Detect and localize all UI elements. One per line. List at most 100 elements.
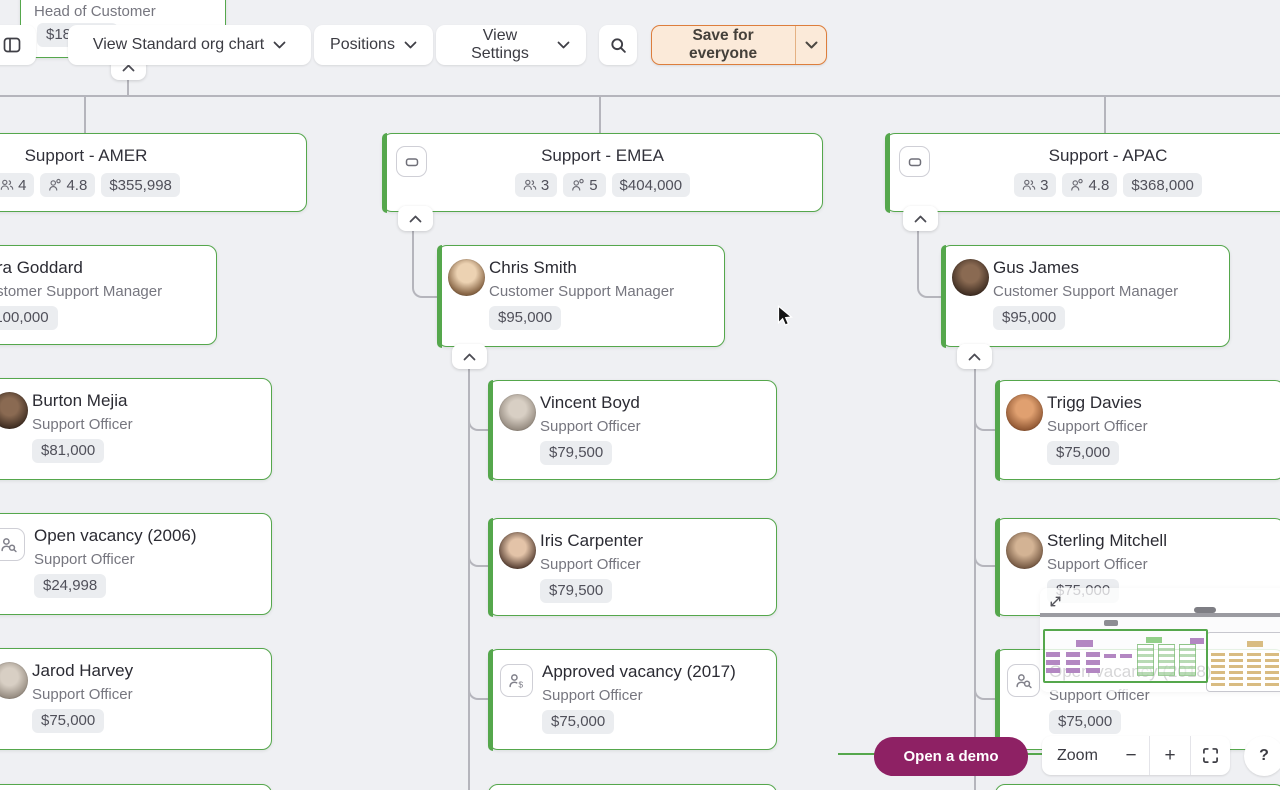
person-card-jarod-harvey[interactable]: Jarod Harvey Support Officer $75,000 [0, 648, 272, 750]
person-clock-icon [571, 178, 585, 192]
avatar [499, 532, 536, 569]
person-role: Support Officer [540, 556, 641, 573]
person-role: Support Officer [1047, 418, 1148, 435]
save-for-everyone-button[interactable]: Save for everyone [651, 25, 827, 65]
minimap[interactable] [1040, 588, 1280, 692]
budget-badge: $404,000 [612, 173, 691, 197]
salary-badge: $95,000 [993, 306, 1065, 330]
chevron-up-icon [968, 353, 981, 361]
connector-elbow [917, 228, 943, 298]
org-chart-canvas[interactable]: Head of Customer $180,000 View Standard … [0, 0, 1280, 790]
fullscreen-button[interactable] [1191, 736, 1230, 775]
person-search-icon [1007, 664, 1040, 697]
person-clock-icon [48, 178, 62, 192]
vacancy-card-2006[interactable]: Open vacancy (2006) Support Officer $24,… [0, 513, 272, 615]
person-card-vera-goddard[interactable]: Vera Goddard Customer Support Manager $1… [0, 245, 217, 345]
person-name: Trigg Davies [1047, 393, 1142, 413]
selection-stripe [488, 518, 493, 617]
collapse-button[interactable] [957, 344, 992, 369]
minimap-node [1211, 653, 1225, 687]
person-name: Chris Smith [489, 258, 577, 278]
person-name: Gus James [993, 258, 1079, 278]
connector-line [127, 78, 129, 96]
dept-stats: 3 4.8 $368,000 [886, 173, 1280, 197]
minimap-node [1229, 653, 1243, 687]
connector-elbow [468, 407, 490, 431]
salary-badge: $79,500 [540, 579, 612, 603]
connector-line [1104, 97, 1106, 134]
positions-dropdown[interactable]: Positions [314, 25, 433, 65]
person-role: Customer Support Manager [489, 283, 674, 300]
person-card-trigg-davies[interactable]: Trigg Davies Support Officer $75,000 [995, 380, 1280, 480]
rating-badge: 4.8 [1062, 173, 1117, 197]
chevron-down-icon [404, 41, 417, 49]
connector-elbow [974, 676, 997, 700]
person-dollar-icon: $ [500, 664, 533, 697]
connector-line [599, 97, 601, 134]
dept-card-support-emea[interactable]: Support - EMEA 3 5 $404,000 [382, 133, 823, 212]
person-name: Vincent Boyd [540, 393, 640, 413]
zoom-out-button[interactable]: − [1113, 736, 1149, 775]
selection-stripe [941, 245, 946, 348]
person-role: Support Officer [1047, 556, 1148, 573]
dropdown-label: View Settings [452, 27, 548, 63]
connector-elbow [412, 228, 439, 298]
person-card-chris-smith[interactable]: Chris Smith Customer Support Manager $95… [437, 245, 725, 347]
expand-diagonal-icon[interactable] [1048, 594, 1063, 609]
people-icon [523, 178, 537, 192]
vacancy-role: Support Officer [34, 551, 135, 568]
person-card-partial[interactable] [488, 784, 777, 790]
view-settings-dropdown[interactable]: View Settings [436, 25, 586, 65]
avatar [0, 662, 28, 699]
sidebar-toggle-button[interactable] [0, 25, 36, 65]
minimap-node [1104, 620, 1118, 626]
person-card-iris-carpenter[interactable]: Iris Carpenter Support Officer $79,500 [488, 518, 777, 616]
person-card-partial[interactable] [995, 784, 1280, 790]
selection-stripe [995, 518, 1000, 617]
person-name: Vera Goddard [0, 258, 83, 278]
person-card-partial[interactable] [0, 784, 272, 790]
help-button[interactable]: ? [1244, 736, 1280, 776]
chevron-up-icon [914, 215, 927, 223]
people-icon [0, 178, 14, 192]
search-button[interactable] [599, 25, 637, 65]
dept-title: Support - EMEA [383, 146, 822, 166]
headcount-badge: 4 [0, 173, 34, 197]
person-card-gus-james[interactable]: Gus James Customer Support Manager $95,0… [941, 245, 1230, 347]
collapse-button[interactable] [398, 206, 433, 231]
svg-text:$: $ [518, 680, 523, 689]
person-role: Support Officer [32, 686, 133, 703]
save-options-toggle[interactable] [796, 41, 826, 49]
minimap-scrollbar-thumb[interactable] [1194, 607, 1216, 613]
minimap-scrollbar-track[interactable] [1040, 613, 1280, 617]
budget-badge: $368,000 [1123, 173, 1202, 197]
people-icon [1022, 178, 1036, 192]
connector-elbow [468, 543, 490, 567]
dept-stats: 3 5 $404,000 [383, 173, 822, 197]
mouse-arrow-cursor [777, 305, 795, 329]
chevron-up-icon [409, 215, 422, 223]
salary-badge: $75,000 [1047, 441, 1119, 465]
vacancy-name: Approved vacancy (2017) [542, 662, 736, 682]
chevron-down-icon [273, 41, 286, 49]
zoom-in-button[interactable]: + [1150, 736, 1190, 775]
selection-stripe [995, 649, 1000, 751]
dept-title: Support - APAC [886, 146, 1280, 166]
rating-badge: 5 [563, 173, 605, 197]
dept-card-support-apac[interactable]: Support - APAC 3 4.8 $368,000 [885, 133, 1280, 212]
open-demo-button[interactable]: Open a demo [874, 737, 1028, 776]
minimap-viewport[interactable] [1043, 629, 1208, 683]
budget-badge: $355,998 [101, 173, 180, 197]
vacancy-card-2017[interactable]: $ Approved vacancy (2017) Support Office… [488, 649, 777, 750]
salary-badge: $24,998 [34, 574, 106, 598]
person-card-vincent-boyd[interactable]: Vincent Boyd Support Officer $79,500 [488, 380, 777, 480]
person-name: Burton Mejia [32, 391, 127, 411]
collapse-button[interactable] [903, 206, 938, 231]
person-card-burton-mejia[interactable]: Burton Mejia Support Officer $81,000 [0, 378, 272, 480]
dept-card-support-amer[interactable]: Support - AMER 4 4.8 $355,998 [0, 133, 307, 212]
collapse-button[interactable] [452, 344, 487, 369]
person-search-icon [0, 528, 25, 561]
dropdown-label: Positions [330, 36, 395, 54]
avatar [448, 259, 485, 296]
view-chart-dropdown[interactable]: View Standard org chart [68, 25, 311, 65]
